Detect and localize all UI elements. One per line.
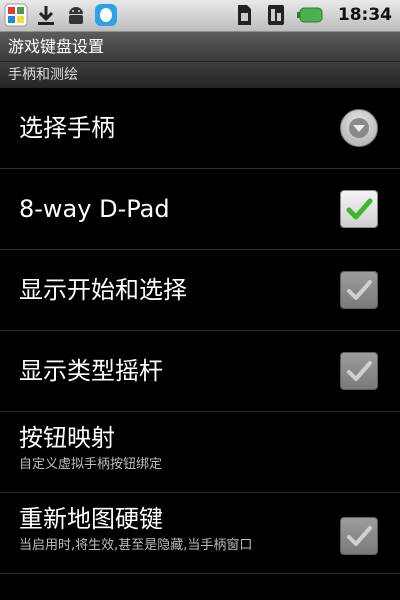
page-title: 游戏键盘设置	[0, 32, 400, 62]
pref-title: 8-way D-Pad	[19, 195, 170, 223]
clock: 18:34	[337, 5, 392, 25]
pref-title: 显示开始和选择	[19, 276, 187, 304]
pref-summary: 当启用时,将生效,甚至是隐藏,当手柄窗口	[19, 538, 253, 553]
pref-8way-dpad[interactable]: 8-way D-Pad	[0, 169, 400, 250]
category-header: 手柄和测绘	[0, 62, 400, 88]
pref-select-gamepad[interactable]: 选择手柄	[0, 88, 400, 169]
checkmark-icon	[346, 198, 373, 220]
app-store-icon[interactable]	[4, 3, 28, 27]
pref-button-mapping[interactable]: 按钮映射 自定义虚拟手柄按钮绑定	[0, 412, 400, 493]
checkbox-show-start-select[interactable]	[340, 271, 378, 309]
phone-signal-icon	[264, 3, 288, 27]
checkbox-remap-hardkeys[interactable]	[340, 517, 378, 555]
qq-icon[interactable]	[94, 3, 118, 27]
system-icons: 18:34	[232, 3, 392, 27]
pref-show-stick-type[interactable]: 显示类型摇杆	[0, 331, 400, 412]
pref-title: 按钮映射	[19, 424, 115, 452]
checkbox-8way-dpad[interactable]	[340, 190, 378, 228]
chevron-down-icon	[349, 118, 369, 138]
battery-icon	[296, 3, 326, 27]
sim-card-icon	[232, 3, 256, 27]
pref-remap-hardkeys[interactable]: 重新地图硬键 当启用时,将生效,甚至是隐藏,当手柄窗口	[0, 493, 400, 574]
pref-title: 显示类型摇杆	[19, 357, 163, 385]
dropdown-button[interactable]	[340, 109, 378, 147]
preference-list: 选择手柄 8-way D-Pad 显示开始和选择 显示类型摇杆 按钮映射 自定义…	[0, 88, 400, 574]
pref-show-start-select[interactable]: 显示开始和选择	[0, 250, 400, 331]
pref-summary: 自定义虚拟手柄按钮绑定	[19, 457, 163, 472]
notification-icons	[4, 3, 118, 27]
checkmark-icon	[347, 280, 372, 300]
checkmark-icon	[347, 361, 372, 381]
status-bar: 18:34	[0, 0, 400, 32]
download-icon[interactable]	[34, 3, 58, 27]
android-icon[interactable]	[64, 3, 88, 27]
pref-title: 重新地图硬键	[19, 505, 163, 533]
pref-title: 选择手柄	[19, 114, 115, 142]
checkbox-show-stick-type[interactable]	[340, 352, 378, 390]
checkmark-icon	[347, 526, 372, 546]
